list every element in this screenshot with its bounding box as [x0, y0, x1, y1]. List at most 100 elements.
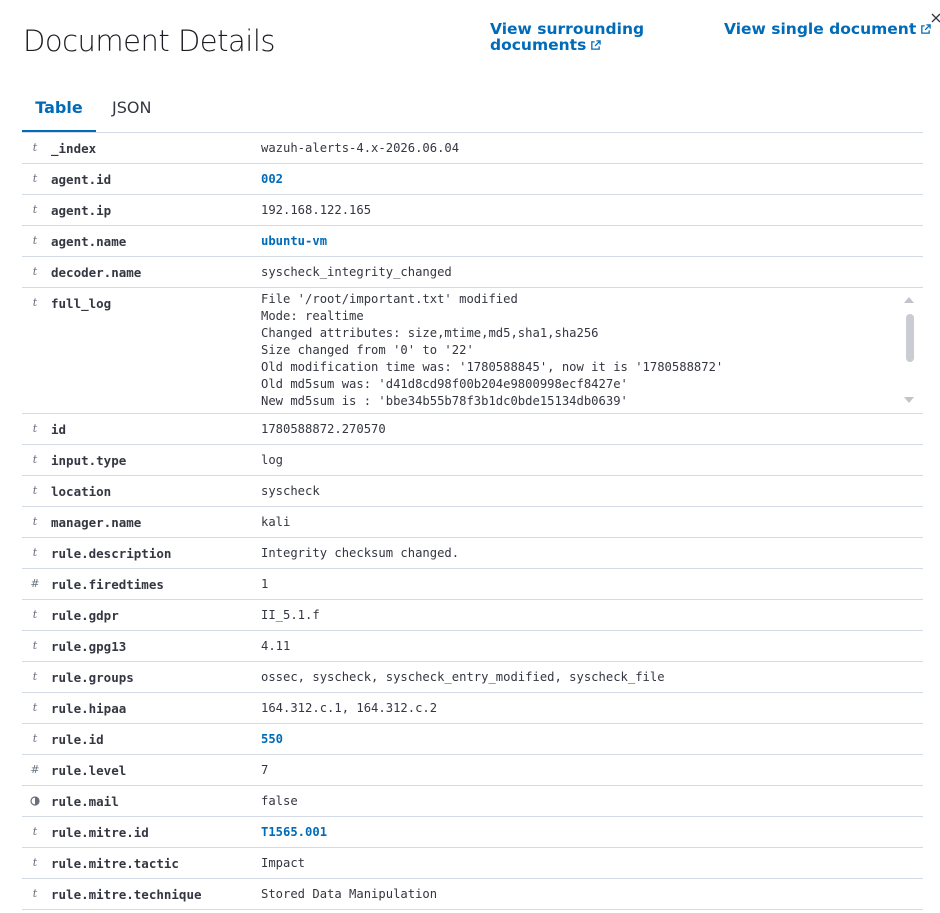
scroll-down-arrow-icon[interactable] [904, 397, 914, 403]
string-type-icon: t [32, 608, 38, 621]
field-value: Stored Data Manipulation [261, 887, 438, 901]
field-name: rule.gdpr [51, 608, 119, 623]
table-row: t agent.id 002 [22, 164, 923, 195]
view-surrounding-documents-link[interactable]: View surrounding documents [490, 21, 650, 53]
table-row: t rule.id 550 [22, 724, 923, 755]
view-single-label: View single document [724, 20, 917, 38]
field-value: 192.168.122.165 [261, 203, 372, 217]
table-row: t rule.gdpr II_5.1.f [22, 600, 923, 631]
string-type-icon: t [32, 546, 38, 559]
field-value: 4.11 [261, 639, 291, 653]
field-value-link[interactable]: 550 [261, 732, 283, 746]
string-type-icon: t [32, 453, 38, 466]
field-name: rule.mitre.id [51, 825, 149, 840]
field-name: rule.description [51, 546, 172, 561]
table-row: t rule.mitre.id T1565.001 [22, 817, 923, 848]
tab-table[interactable]: Table [22, 90, 96, 132]
string-type-icon: t [32, 265, 38, 278]
field-value: false [261, 794, 298, 808]
string-type-icon: t [32, 203, 38, 216]
table-row: # rule.firedtimes 1 [22, 569, 923, 600]
table-row: # rule.level 7 [22, 755, 923, 786]
boolean-type-icon [30, 795, 40, 807]
field-name: agent.id [51, 172, 112, 187]
page-title: Document Details [23, 24, 276, 58]
field-name: rule.hipaa [51, 701, 127, 716]
field-value: 1780588872.270570 [261, 422, 386, 436]
number-type-icon: # [30, 577, 40, 590]
view-single-document-link[interactable]: View single document [724, 21, 931, 37]
tab-json[interactable]: JSON [112, 90, 156, 131]
string-type-icon: t [32, 422, 38, 435]
field-value: syscheck [261, 484, 320, 498]
number-type-icon: # [30, 763, 40, 776]
close-button[interactable] [929, 10, 940, 24]
field-name: rule.mail [51, 794, 119, 809]
field-value-link[interactable]: 002 [261, 172, 283, 186]
field-value: Integrity checksum changed. [261, 546, 460, 560]
table-row: t manager.name kali [22, 507, 923, 538]
string-type-icon: t [32, 484, 38, 497]
table-row: t rule.hipaa 164.312.c.1, 164.312.c.2 [22, 693, 923, 724]
string-type-icon: t [32, 887, 38, 900]
field-name: rule.id [51, 732, 104, 747]
field-name: input.type [51, 453, 127, 468]
scroll-up-arrow-icon[interactable] [904, 297, 914, 303]
string-type-icon: t [32, 296, 38, 309]
table-row: t rule.groups ossec, syscheck, syscheck_en… [22, 662, 923, 693]
table-row: t rule.mitre.technique Stored Data Manipul… [22, 879, 923, 910]
string-type-icon: t [32, 670, 38, 683]
string-type-icon: t [32, 515, 38, 528]
field-value: 7 [261, 763, 269, 777]
field-name: rule.mitre.technique [51, 887, 202, 902]
table-row: t decoder.name syscheck_integrity_changed [22, 257, 923, 288]
field-name: agent.ip [51, 203, 112, 218]
field-name: location [51, 484, 112, 499]
view-surrounding-label: View surrounding documents [490, 20, 645, 54]
field-name: rule.mitre.tactic [51, 856, 179, 871]
field-name: rule.firedtimes [51, 577, 164, 592]
field-value-link[interactable]: ubuntu-vm [261, 234, 327, 248]
field-value: II_5.1.f [261, 608, 320, 622]
field-name: rule.gpg13 [51, 639, 127, 654]
field-name: manager.name [51, 515, 142, 530]
field-value-link[interactable]: T1565.001 [261, 825, 327, 839]
field-value: log [261, 453, 284, 467]
string-type-icon: t [32, 639, 38, 652]
field-name: rule.groups [51, 670, 134, 685]
field-value: 1 [261, 577, 269, 591]
scrollbar[interactable] [902, 294, 916, 406]
string-type-icon: t [32, 856, 38, 869]
table-row: t agent.ip 192.168.122.165 [22, 195, 923, 226]
field-value: kali [261, 515, 291, 529]
external-link-icon [591, 40, 602, 50]
field-name: id [51, 422, 67, 437]
document-details-flyout: Document Details View surrounding docume… [0, 0, 940, 913]
table-row: t rule.mitre.tactic Impact [22, 848, 923, 879]
field-name: full_log [51, 296, 112, 311]
field-name: agent.name [51, 234, 127, 249]
field-name: rule.level [51, 763, 127, 778]
table-row: t rule.description Integrity checksum chan… [22, 538, 923, 569]
string-type-icon: t [32, 732, 38, 745]
scroll-thumb[interactable] [906, 314, 914, 362]
tab-bar: Table JSON [22, 90, 923, 133]
table-row: t id 1780588872.270570 [22, 414, 923, 445]
table-row: t _index wazuh-alerts-4.x-2026.06.04 [22, 133, 923, 164]
field-name: decoder.name [51, 265, 142, 280]
field-name: _index [51, 141, 97, 156]
field-value: ossec, syscheck, syscheck_entry_modified… [261, 670, 665, 684]
table-row: t location syscheck [22, 476, 923, 507]
field-value: syscheck_integrity_changed [261, 265, 452, 279]
table-row: t input.type log [22, 445, 923, 476]
field-value: File '/root/important.txt' modified Mode… [261, 292, 724, 406]
field-value: 164.312.c.1, 164.312.c.2 [261, 701, 438, 715]
close-icon [931, 13, 940, 23]
table-row: t full_log File '/root/important.txt' modi… [22, 288, 923, 414]
document-table: t _index wazuh-alerts-4.x-2026.06.04 t agent… [22, 133, 923, 910]
external-link-icon [921, 24, 931, 34]
field-value: wazuh-alerts-4.x-2026.06.04 [261, 141, 460, 155]
string-type-icon: t [32, 234, 38, 247]
field-value: Impact [261, 856, 306, 870]
table-row: rule.mail false [22, 786, 923, 817]
